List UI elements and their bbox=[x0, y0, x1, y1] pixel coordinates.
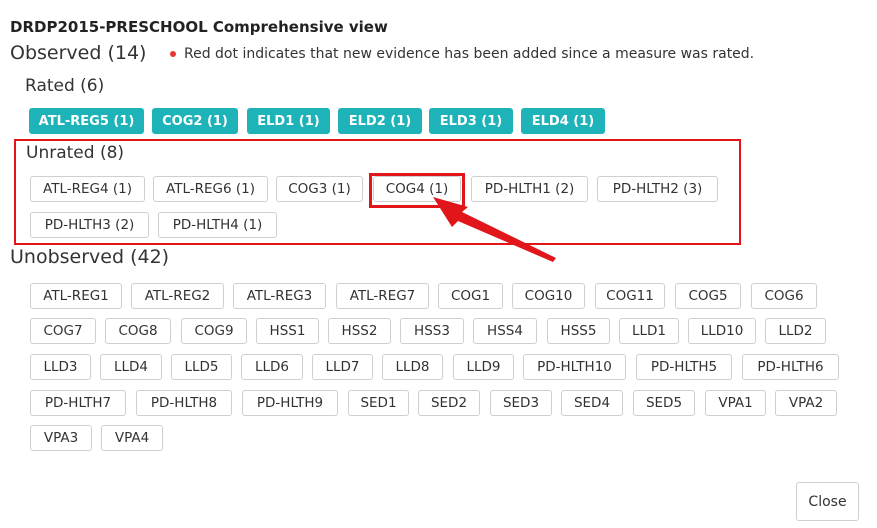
unobserved-measure-button[interactable]: VPA4 bbox=[101, 425, 163, 451]
unobserved-measure-button[interactable]: ATL-REG7 bbox=[336, 283, 429, 309]
unobserved-measure-button[interactable]: LLD4 bbox=[100, 354, 162, 380]
rated-measure-button[interactable]: ELD2 (1) bbox=[338, 108, 422, 134]
unobserved-measure-button[interactable]: LLD7 bbox=[312, 354, 373, 380]
observed-heading: Observed (14) bbox=[10, 42, 147, 64]
unobserved-measure-button[interactable]: ATL-REG1 bbox=[30, 283, 122, 309]
unobserved-measure-button[interactable]: HSS5 bbox=[547, 318, 610, 344]
unobserved-measure-button[interactable]: COG11 bbox=[595, 283, 665, 309]
unobserved-measure-button[interactable]: VPA2 bbox=[775, 390, 837, 416]
unobserved-measure-button[interactable]: VPA1 bbox=[705, 390, 766, 416]
red-dot-icon bbox=[170, 51, 176, 57]
legend-note-text: Red dot indicates that new evidence has … bbox=[184, 46, 755, 62]
unobserved-measure-button[interactable]: ATL-REG2 bbox=[131, 283, 224, 309]
unobserved-measure-button[interactable]: PD-HLTH9 bbox=[242, 390, 338, 416]
rated-measure-button[interactable]: ELD3 (1) bbox=[429, 108, 513, 134]
unobserved-measure-button[interactable]: LLD10 bbox=[688, 318, 756, 344]
rated-measure-button[interactable]: ELD1 (1) bbox=[247, 108, 330, 134]
unobserved-measure-button[interactable]: LLD9 bbox=[453, 354, 514, 380]
unobserved-measure-button[interactable]: SED1 bbox=[348, 390, 409, 416]
unobserved-measure-button[interactable]: SED3 bbox=[490, 390, 552, 416]
rated-measure-button[interactable]: ELD4 (1) bbox=[521, 108, 605, 134]
unobserved-measure-button[interactable]: PD-HLTH8 bbox=[136, 390, 232, 416]
unobserved-measure-button[interactable]: COG1 bbox=[438, 283, 503, 309]
unobserved-measure-button[interactable]: HSS4 bbox=[473, 318, 537, 344]
unobserved-measure-button[interactable]: LLD2 bbox=[765, 318, 826, 344]
legend-note: Red dot indicates that new evidence has … bbox=[170, 46, 754, 62]
unobserved-measure-button[interactable]: COG6 bbox=[751, 283, 817, 309]
close-button[interactable]: Close bbox=[796, 482, 859, 521]
unobserved-measure-button[interactable]: LLD8 bbox=[382, 354, 443, 380]
dialog-title: DRDP2015-PRESCHOOL Comprehensive view bbox=[10, 18, 388, 36]
unobserved-heading: Unobserved (42) bbox=[10, 246, 170, 268]
unobserved-measure-button[interactable]: LLD5 bbox=[171, 354, 232, 380]
rated-measure-button[interactable]: ATL-REG5 (1) bbox=[29, 108, 144, 134]
unobserved-measure-button[interactable]: ATL-REG3 bbox=[233, 283, 326, 309]
unobserved-measure-button[interactable]: SED4 bbox=[561, 390, 623, 416]
unobserved-measure-button[interactable]: PD-HLTH7 bbox=[30, 390, 126, 416]
unobserved-measure-button[interactable]: COG10 bbox=[512, 283, 585, 309]
rated-measure-button[interactable]: COG2 (1) bbox=[152, 108, 238, 134]
unobserved-measure-button[interactable]: HSS3 bbox=[400, 318, 464, 344]
unobserved-measure-button[interactable]: VPA3 bbox=[30, 425, 92, 451]
unobserved-measure-button[interactable]: PD-HLTH5 bbox=[636, 354, 732, 380]
unobserved-measure-button[interactable]: HSS1 bbox=[256, 318, 319, 344]
unobserved-measure-button[interactable]: LLD3 bbox=[30, 354, 91, 380]
cog4-highlight-box bbox=[369, 173, 465, 208]
unobserved-measure-button[interactable]: COG9 bbox=[181, 318, 247, 344]
unobserved-measure-button[interactable]: SED5 bbox=[633, 390, 695, 416]
unobserved-measure-button[interactable]: PD-HLTH10 bbox=[523, 354, 626, 380]
unobserved-measure-button[interactable]: LLD6 bbox=[241, 354, 303, 380]
unobserved-measure-button[interactable]: LLD1 bbox=[619, 318, 679, 344]
unobserved-measure-button[interactable]: SED2 bbox=[418, 390, 480, 416]
unobserved-measure-button[interactable]: PD-HLTH6 bbox=[742, 354, 839, 380]
unobserved-measure-button[interactable]: COG8 bbox=[105, 318, 171, 344]
unobserved-measure-button[interactable]: COG7 bbox=[30, 318, 96, 344]
unobserved-measure-button[interactable]: HSS2 bbox=[328, 318, 391, 344]
rated-heading: Rated (6) bbox=[25, 76, 105, 96]
unobserved-measure-button[interactable]: COG5 bbox=[675, 283, 741, 309]
